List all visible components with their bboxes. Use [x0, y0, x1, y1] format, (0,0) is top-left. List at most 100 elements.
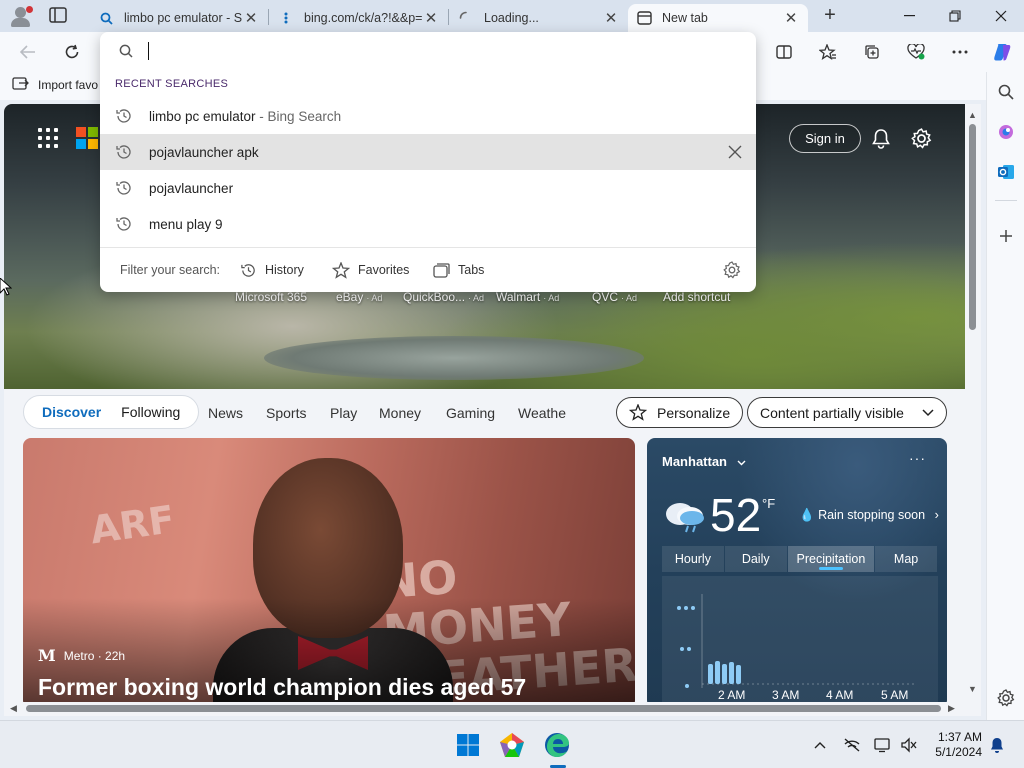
import-favorites-button[interactable]: Import favo [12, 77, 98, 93]
weather-tab-precipitation[interactable]: Precipitation [787, 546, 875, 572]
system-clock[interactable]: 1:37 AM 5/1/2024 [930, 730, 982, 760]
tab-title: bing.com/ck/a?!&&p= [304, 11, 422, 25]
favorites-star-icon[interactable] [814, 38, 842, 66]
suggestion-row[interactable]: limbo pc emulator - Bing Search [100, 98, 756, 134]
horizontal-scroll-thumb[interactable] [26, 705, 941, 712]
vertical-scroll-thumb[interactable] [969, 124, 976, 330]
suggestion-row[interactable]: menu play 9 [100, 206, 756, 242]
search-icon [98, 10, 114, 26]
filter-history-button[interactable]: History [240, 262, 304, 279]
chevron-down-icon [922, 408, 934, 416]
search-settings-gear-icon[interactable] [723, 261, 741, 279]
more-options-icon[interactable] [946, 38, 974, 66]
weather-tab-daily[interactable]: Daily [724, 546, 787, 572]
weather-tabs: Hourly Daily Precipitation Map [662, 546, 938, 572]
notifications-bell-icon[interactable] [869, 126, 893, 150]
sign-in-button[interactable]: Sign in [789, 124, 861, 153]
mouse-cursor-icon [0, 278, 12, 296]
nav-money[interactable]: Money [379, 405, 421, 421]
nav-news[interactable]: News [208, 405, 243, 421]
minimize-icon[interactable] [886, 0, 932, 32]
nav-play[interactable]: Play [330, 405, 357, 421]
display-icon[interactable] [873, 735, 893, 755]
history-clock-icon [116, 109, 131, 123]
weather-card[interactable]: Manhattan ··· 52 °F 💧 Rain stopping soon… [647, 438, 947, 702]
suggestion-row-highlighted[interactable]: pojavlauncher apk [100, 134, 756, 170]
page-settings-gear-icon[interactable] [909, 126, 933, 150]
weather-location[interactable]: Manhattan [662, 454, 746, 469]
close-tab-icon[interactable]: ✕ [242, 9, 260, 27]
scroll-up-arrow-icon[interactable]: ▲ [968, 110, 977, 120]
search-filter-row: Filter your search: History Favorites Ta… [100, 248, 756, 292]
refresh-icon[interactable] [58, 38, 86, 66]
metro-logo-icon: M [38, 646, 56, 665]
sidebar-settings-gear-icon[interactable] [992, 684, 1020, 712]
tab-discover[interactable]: Discover [42, 404, 101, 420]
show-hidden-icons-chevron-icon[interactable] [810, 735, 830, 755]
history-clock-icon [116, 181, 131, 195]
add-shortcut-button[interactable]: Add shortcut [663, 290, 730, 304]
shortcut-walmart[interactable]: Walmart · Ad [496, 290, 559, 304]
address-bar[interactable] [100, 32, 756, 70]
microsoft-logo-icon[interactable] [76, 127, 98, 149]
vertical-scrollbar[interactable]: ▲ ▼ [965, 104, 981, 702]
windows-start-icon[interactable] [452, 729, 484, 761]
close-tab-icon[interactable]: ✕ [422, 9, 440, 27]
restore-icon[interactable] [932, 0, 978, 32]
weather-condition[interactable]: 💧 Rain stopping soon › [799, 508, 939, 523]
profile-avatar-icon[interactable] [8, 4, 34, 28]
personalize-button[interactable]: Personalize [616, 397, 744, 428]
tab-new-tab[interactable]: New tab ✕ [628, 4, 808, 32]
tab-limbo-search[interactable]: limbo pc emulator - Search ✕ [90, 4, 268, 32]
weather-tab-map[interactable]: Map [875, 546, 937, 572]
shortcut-qvc[interactable]: QVC · Ad [592, 290, 637, 304]
more-options-icon[interactable]: ··· [909, 450, 926, 466]
sparkle-star-icon [629, 404, 647, 421]
raindrop-icon: 💧 [799, 508, 815, 522]
content-visibility-dropdown[interactable]: Content partially visible [747, 397, 947, 428]
network-disconnected-icon[interactable] [842, 735, 862, 755]
browser-essentials-icon[interactable] [902, 38, 930, 66]
weather-tab-hourly[interactable]: Hourly [662, 546, 724, 572]
shortcut-ebay[interactable]: eBay · Ad [336, 290, 382, 304]
new-tab-plus-icon[interactable]: + [818, 5, 842, 27]
tab-actions-icon[interactable] [48, 6, 70, 26]
close-tab-icon[interactable]: ✕ [602, 9, 620, 27]
nav-sports[interactable]: Sports [266, 405, 306, 421]
add-sidebar-app-icon[interactable] [992, 222, 1020, 250]
edge-browser-icon[interactable] [541, 729, 573, 761]
tab-loading[interactable]: Loading... ✕ [450, 4, 628, 32]
filter-favorites-button[interactable]: Favorites [332, 261, 409, 279]
back-arrow-icon[interactable] [14, 38, 42, 66]
suggestion-row[interactable]: pojavlauncher [100, 170, 756, 206]
outlook-icon[interactable] [992, 158, 1020, 186]
close-tab-icon[interactable]: ✕ [782, 9, 800, 27]
search-icon [119, 44, 133, 58]
filter-tabs-button[interactable]: Tabs [433, 262, 484, 278]
collections-icon[interactable] [858, 38, 886, 66]
scroll-right-arrow-icon[interactable]: ▶ [948, 703, 955, 714]
volume-muted-icon[interactable] [899, 735, 919, 755]
search-icon[interactable] [992, 78, 1020, 106]
remove-suggestion-icon[interactable] [726, 143, 744, 161]
colorful-app-icon[interactable] [496, 729, 528, 761]
shortcut-quickbooks[interactable]: QuickBoo... · Ad [403, 290, 484, 304]
nav-gaming[interactable]: Gaming [446, 405, 495, 421]
notification-bell-icon[interactable] [987, 735, 1007, 755]
scroll-down-arrow-icon[interactable]: ▼ [968, 684, 977, 694]
history-clock-icon [116, 217, 131, 231]
copilot-sidebar-icon[interactable] [992, 118, 1020, 146]
apps-waffle-icon[interactable] [38, 128, 58, 148]
scroll-left-arrow-icon[interactable]: ◀ [10, 703, 17, 714]
horizontal-scrollbar[interactable]: ◀ ▶ [4, 702, 981, 716]
story-headline[interactable]: Former boxing world champion dies aged 5… [38, 674, 526, 701]
close-window-icon[interactable] [978, 0, 1024, 32]
tab-bing-redirect[interactable]: bing.com/ck/a?!&&p= ✕ [270, 4, 448, 32]
nav-weather[interactable]: Weathe [518, 405, 566, 421]
tab-following[interactable]: Following [121, 404, 180, 420]
loading-spinner-icon [458, 10, 474, 26]
copilot-icon[interactable] [988, 38, 1016, 66]
split-screen-icon[interactable] [770, 38, 798, 66]
shortcut-microsoft-365[interactable]: Microsoft 365 [235, 290, 310, 304]
news-story-card[interactable]: ARF NO MONEY WEATHER M Metro · 22h Forme… [23, 438, 635, 702]
